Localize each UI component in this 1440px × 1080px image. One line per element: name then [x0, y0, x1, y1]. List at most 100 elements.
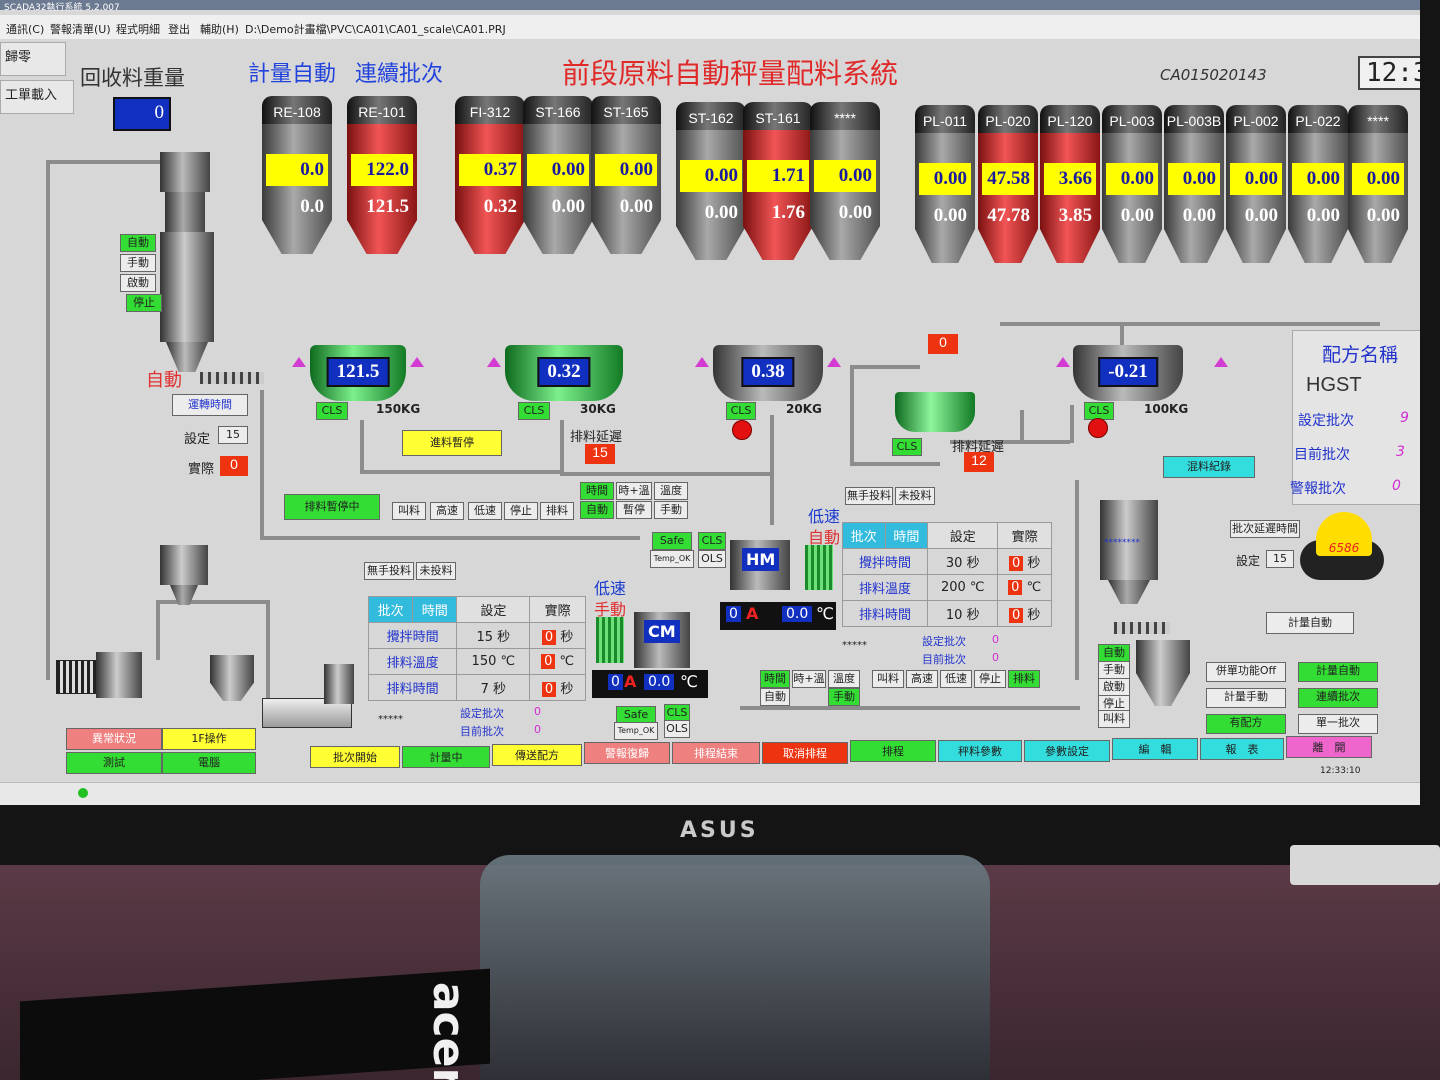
hm-top-time[interactable]: 時間: [580, 482, 614, 500]
motor-icon: [56, 660, 96, 694]
hm-label: HM: [742, 548, 780, 571]
ctrl-high[interactable]: 高速: [430, 502, 464, 520]
cm-row-2-set[interactable]: 150: [472, 654, 497, 669]
hm-top-pause[interactable]: 暫停: [616, 501, 652, 519]
silo-set-value[interactable]: 0.00: [1230, 163, 1282, 195]
silo-actual-value: 3.85: [1058, 205, 1092, 226]
meter-manual-button[interactable]: 計量手動: [1206, 688, 1286, 708]
menu-logout[interactable]: 登出: [168, 21, 190, 37]
alarm-reset-button[interactable]: 警報復歸: [584, 742, 670, 764]
silo-set-value[interactable]: 0.00: [1106, 163, 1158, 195]
recycle-weight-value: 0: [113, 97, 171, 131]
hm-no-manual[interactable]: 無手投料: [845, 487, 893, 505]
hm-ctrl-time[interactable]: 時間: [760, 670, 790, 688]
silo-set-value[interactable]: 0.00: [919, 163, 971, 195]
system-title: 前段原料自動秤量配料系統: [562, 57, 899, 90]
edit-button[interactable]: 編 輯: [1112, 738, 1198, 760]
cm-th-time: 時間: [412, 596, 458, 623]
metering-button[interactable]: 計量中: [402, 746, 490, 768]
right-mode-auto[interactable]: 自動: [1098, 644, 1130, 662]
hm-ctrl-call[interactable]: 叫料: [872, 670, 904, 688]
silo-set-value[interactable]: 0.00: [595, 154, 657, 186]
silo-set-value[interactable]: 0.00: [814, 160, 876, 192]
hm-ctrl-temp[interactable]: 溫度: [828, 670, 860, 688]
recipe-set-batch[interactable]: 9: [1400, 410, 1409, 426]
cancel-schedule-button[interactable]: 取消排程: [762, 742, 848, 764]
ctrl-call[interactable]: 叫料: [392, 502, 426, 520]
silo-actual-value: 0.00: [551, 196, 585, 217]
menu-alarm-list[interactable]: 警報清單(U): [50, 21, 111, 37]
schedule-button[interactable]: 排程: [850, 740, 936, 762]
meter-auto-button[interactable]: 計量自動: [1266, 612, 1354, 634]
silo-set-value[interactable]: 0.00: [1292, 163, 1344, 195]
silo-set-value[interactable]: 3.66: [1044, 163, 1096, 195]
discharge-pause-button[interactable]: 排料暫停中: [284, 494, 380, 520]
schedule-end-button[interactable]: 排程結束: [672, 742, 760, 764]
weighing-params-button[interactable]: 秤料參數: [938, 740, 1022, 762]
hm-not-fed[interactable]: 未投料: [895, 487, 935, 505]
load-workorder-button[interactable]: 工單載入: [0, 80, 74, 114]
1f-operation-button[interactable]: 1F操作: [162, 728, 256, 750]
computer-button[interactable]: 電腦: [162, 752, 256, 774]
has-recipe-button[interactable]: 有配方: [1206, 714, 1286, 734]
cm-row-1-set[interactable]: 15: [476, 630, 493, 645]
hm-top-temp[interactable]: 溫度: [654, 482, 688, 500]
silo-set-value[interactable]: 0.37: [459, 154, 521, 186]
hm-row-1-set[interactable]: 30: [946, 556, 963, 571]
hm-ctrl-manual[interactable]: 手動: [828, 688, 860, 706]
right-mode-call[interactable]: 叫料: [1098, 710, 1130, 728]
hm-row-3-set[interactable]: 10: [946, 608, 963, 623]
batch-continuous-button[interactable]: 連續批次: [1298, 688, 1378, 708]
hm-temp-ok: Temp_OK: [650, 550, 694, 568]
batch-start-button[interactable]: 批次開始: [310, 746, 400, 768]
menu-help[interactable]: 輔助(H): [200, 21, 239, 37]
hm-row-2-set[interactable]: 200: [941, 580, 966, 595]
silo-set-value[interactable]: 1.71: [747, 160, 809, 192]
cm-no-manual[interactable]: 無手投料: [364, 562, 414, 580]
zero-button[interactable]: 歸零: [0, 42, 66, 76]
batch-set-value[interactable]: 15: [1266, 550, 1294, 568]
silo-set-value[interactable]: 0.00: [1352, 163, 1404, 195]
hm-ctrl-low[interactable]: 低速: [940, 670, 972, 688]
silo-set-value[interactable]: 47.58: [982, 163, 1034, 195]
left-mode-auto[interactable]: 自動: [120, 234, 156, 252]
silo-set-value[interactable]: 0.00: [1168, 163, 1220, 195]
send-recipe-button[interactable]: 傳送配方: [492, 744, 582, 766]
single-batch-button[interactable]: 單一批次: [1298, 714, 1378, 734]
feed-pause-button[interactable]: 進料暫停: [402, 430, 502, 456]
hm-ctrl-discharge[interactable]: 排料: [1008, 670, 1040, 688]
ctrl-discharge[interactable]: 排料: [540, 502, 574, 520]
right-mode-manual[interactable]: 手動: [1098, 661, 1130, 679]
silo-set-value[interactable]: 0.00: [680, 160, 742, 192]
left-mode-stop[interactable]: 停止: [126, 294, 162, 312]
hm-ctrl-stop[interactable]: 停止: [974, 670, 1006, 688]
hm-ctrl-high[interactable]: 高速: [906, 670, 938, 688]
test-button[interactable]: 測試: [66, 752, 162, 774]
merge-off-button[interactable]: 併單功能Off: [1206, 662, 1286, 682]
cm-row-3-set[interactable]: 7: [481, 682, 489, 697]
hm-top-time-temp[interactable]: 時+溫: [616, 482, 652, 500]
ctrl-stop[interactable]: 停止: [504, 502, 538, 520]
mix-record-button[interactable]: 混料紀錄: [1163, 456, 1255, 478]
hm-ctrl-time-temp[interactable]: 時+溫: [792, 670, 826, 688]
hm-ctrl-auto[interactable]: 自動: [760, 688, 790, 706]
left-mode-manual[interactable]: 手動: [120, 254, 156, 272]
params-setting-button[interactable]: 參數設定: [1024, 740, 1110, 762]
status-time: 12:33:10: [1320, 766, 1361, 776]
ctrl-low[interactable]: 低速: [468, 502, 502, 520]
hm-top-auto[interactable]: 自動: [580, 501, 614, 519]
menu-comm[interactable]: 通訊(C): [6, 21, 44, 37]
menu-program[interactable]: 程式明細: [116, 21, 160, 37]
hm-top-manual[interactable]: 手動: [654, 501, 688, 519]
abnormal-button[interactable]: 異常狀況: [66, 728, 162, 750]
silo-set-value[interactable]: 0.0: [266, 154, 328, 186]
silo-set-value[interactable]: 0.00: [527, 154, 589, 186]
left-mode-start[interactable]: 啟動: [120, 274, 156, 292]
right-mode-start[interactable]: 啟動: [1098, 678, 1130, 696]
hm-stars: *****: [842, 640, 867, 651]
silo-set-value[interactable]: 122.0: [351, 154, 413, 186]
meter-auto-2-button[interactable]: 計量自動: [1298, 662, 1378, 682]
report-button[interactable]: 報 表: [1200, 738, 1284, 760]
exit-button[interactable]: 離 開: [1286, 736, 1372, 758]
cm-not-fed[interactable]: 未投料: [416, 562, 456, 580]
